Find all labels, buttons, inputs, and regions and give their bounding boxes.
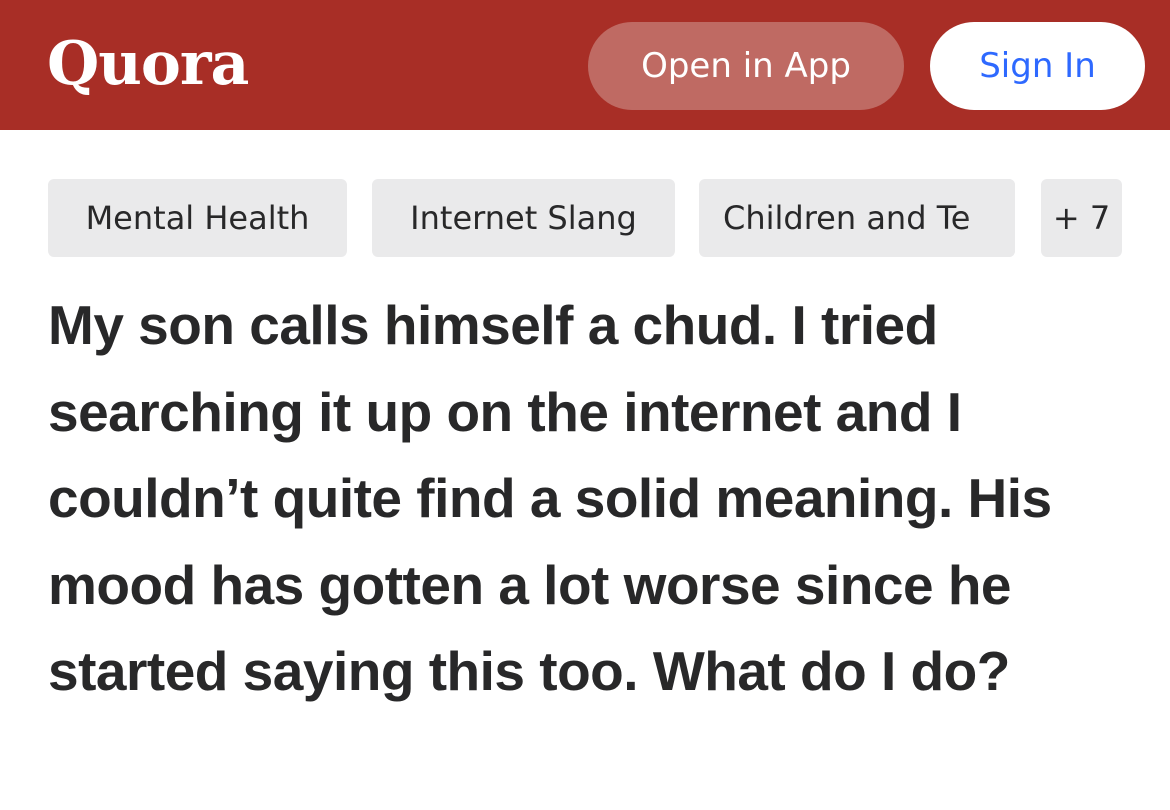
more-topics-chip[interactable]: + 7: [1041, 179, 1122, 257]
page: Quora Open in App Sign In Mental Health …: [0, 0, 1170, 810]
topic-chip-mental-health[interactable]: Mental Health: [48, 179, 347, 257]
quora-logo[interactable]: Quora: [47, 22, 249, 106]
sign-in-button[interactable]: Sign In: [930, 22, 1145, 110]
topic-chip-label: Children and Te: [723, 199, 971, 237]
question-title[interactable]: My son calls himself a chud. I tried sea…: [48, 282, 1138, 715]
topic-chip-children[interactable]: Children and Te: [699, 179, 1015, 257]
open-in-app-button[interactable]: Open in App: [588, 22, 904, 110]
top-bar: Quora Open in App Sign In: [0, 0, 1170, 130]
topic-chip-internet-slang[interactable]: Internet Slang: [372, 179, 675, 257]
